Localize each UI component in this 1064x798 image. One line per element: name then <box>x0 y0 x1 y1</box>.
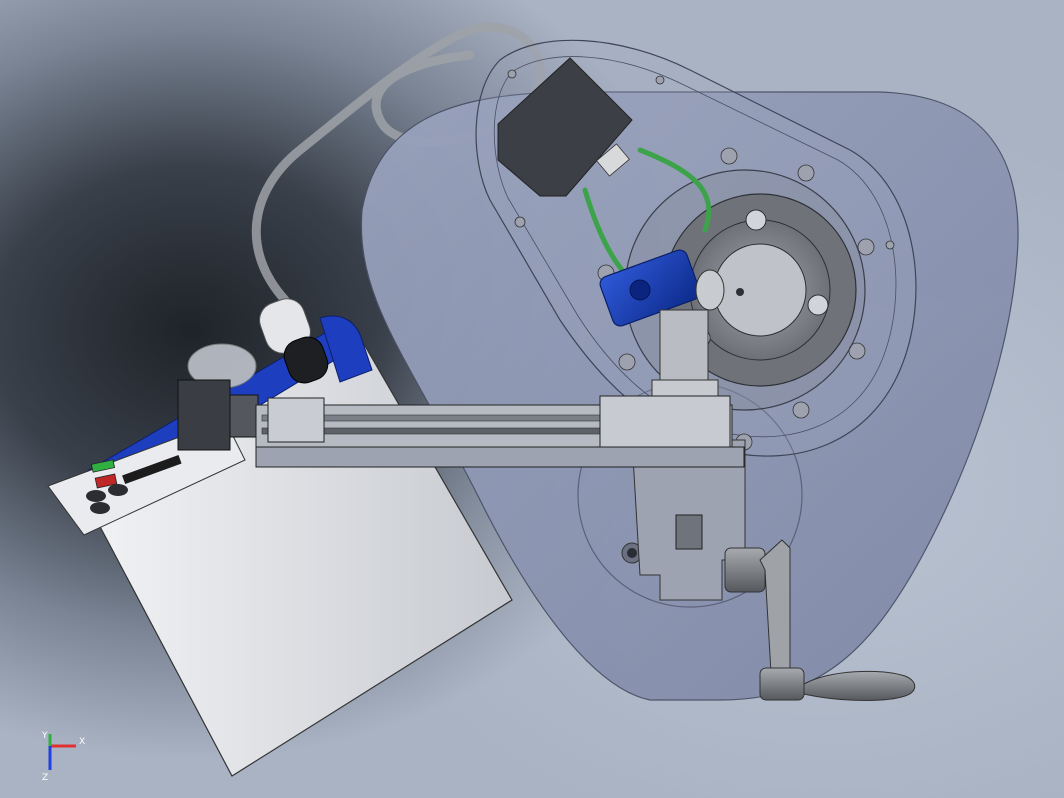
plate-bolt-hole <box>627 548 637 558</box>
z-axis-label: Z <box>42 773 48 783</box>
y-axis-label: Y <box>41 731 48 741</box>
cad-viewport[interactable]: X Y Z <box>0 0 1064 798</box>
main-flange-hub <box>713 243 807 337</box>
vertical-bracket <box>651 309 719 411</box>
axis-triad: X Y Z <box>41 731 85 783</box>
linear-rail <box>255 395 745 468</box>
x-axis-label: X <box>79 737 85 747</box>
assembly-model[interactable] <box>0 0 1064 798</box>
flange-center-pin <box>736 288 744 296</box>
